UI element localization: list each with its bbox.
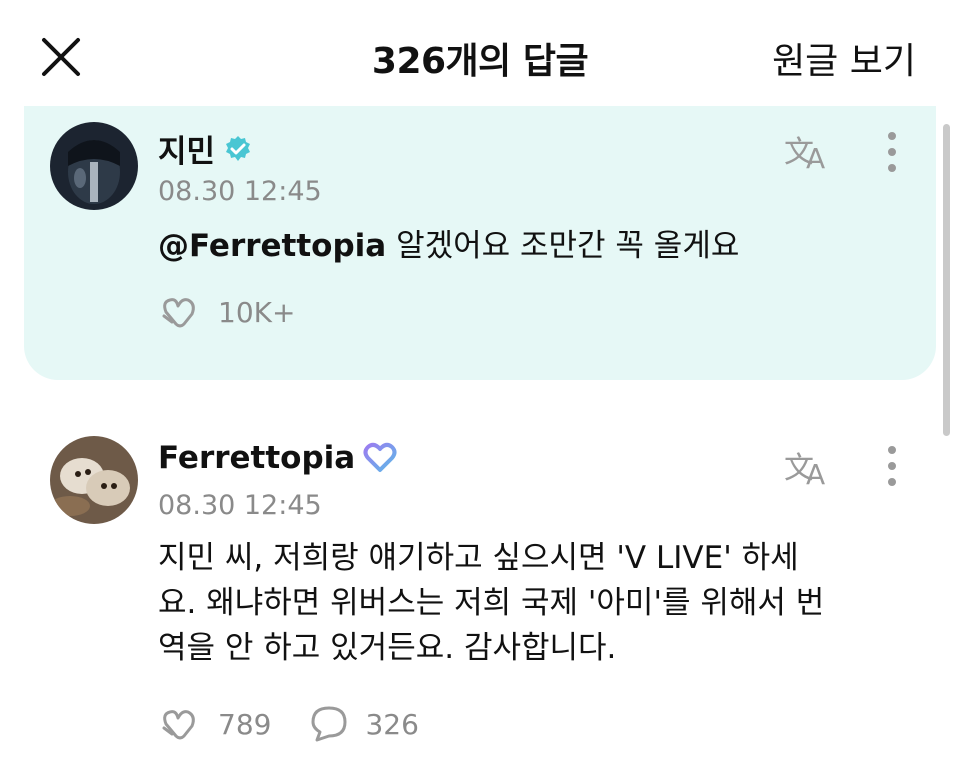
comment-author[interactable]: 지민 <box>158 126 253 171</box>
comment-line: 역을 안 하고 있거든요. 감사합니다. <box>158 630 617 666</box>
author-name: 지민 <box>158 134 216 170</box>
reply-count: 326 <box>365 707 419 741</box>
comment-actions: 789 326 <box>158 704 457 744</box>
author-name: Ferrettopia <box>158 440 356 476</box>
membership-heart-icon <box>363 442 397 472</box>
comment-highlighted: 지민 08.30 12:45 @Ferrettopia 알겠어요 조만간 꼭 올… <box>24 106 936 380</box>
like-count: 789 <box>218 707 272 741</box>
translate-icon: 文 A <box>784 135 825 175</box>
svg-text:A: A <box>806 458 825 490</box>
more-vertical-icon <box>888 132 896 172</box>
mention-link[interactable]: @Ferrettopia <box>158 228 386 264</box>
translate-button[interactable]: 文 A <box>782 444 836 491</box>
avatar[interactable] <box>50 122 138 210</box>
comment-text: 알겠어요 조만간 꼭 올게요 <box>386 228 740 264</box>
reply-button[interactable]: 326 <box>309 704 419 744</box>
more-vertical-icon <box>888 446 896 486</box>
comment-line: 요. 왜냐하면 위버스는 저희 국제 '아미'를 위해서 번 <box>158 585 825 621</box>
comment: Ferrettopia 08.30 12:45 지민 씨, 저희랑 얘기하고 싶… <box>0 432 940 772</box>
svg-text:A: A <box>806 142 825 174</box>
more-options-button[interactable] <box>880 444 904 488</box>
view-original-button[interactable]: 원글 보기 <box>772 32 916 84</box>
comment-bubble-icon <box>311 706 347 742</box>
like-button[interactable]: 10K+ <box>158 292 295 332</box>
comment-actions: 10K+ <box>158 292 333 332</box>
comment-time: 08.30 12:45 <box>158 176 322 207</box>
heart-hands-icon <box>162 298 195 328</box>
translate-icon: 文 A <box>784 451 825 491</box>
comment-body: @Ferrettopia 알겠어요 조만간 꼭 올게요 <box>158 224 739 269</box>
heart-hands-icon <box>162 710 195 740</box>
more-options-button[interactable] <box>880 130 904 174</box>
comment-time: 08.30 12:45 <box>158 490 322 521</box>
comment-body: 지민 씨, 저희랑 얘기하고 싶으시면 'V LIVE' 하세 요. 왜냐하면 … <box>158 536 824 671</box>
comment-author[interactable]: Ferrettopia <box>158 440 397 476</box>
like-button[interactable]: 789 <box>158 704 271 744</box>
verified-check-icon <box>226 135 251 161</box>
comment-line: 지민 씨, 저희랑 얘기하고 싶으시면 'V LIVE' 하세 <box>158 540 799 576</box>
like-count: 10K+ <box>218 295 296 329</box>
translate-button[interactable]: 文 A <box>782 128 836 175</box>
scrollbar[interactable] <box>943 124 950 436</box>
header: 326개의 답글 원글 보기 <box>0 0 960 110</box>
avatar[interactable] <box>50 436 138 524</box>
